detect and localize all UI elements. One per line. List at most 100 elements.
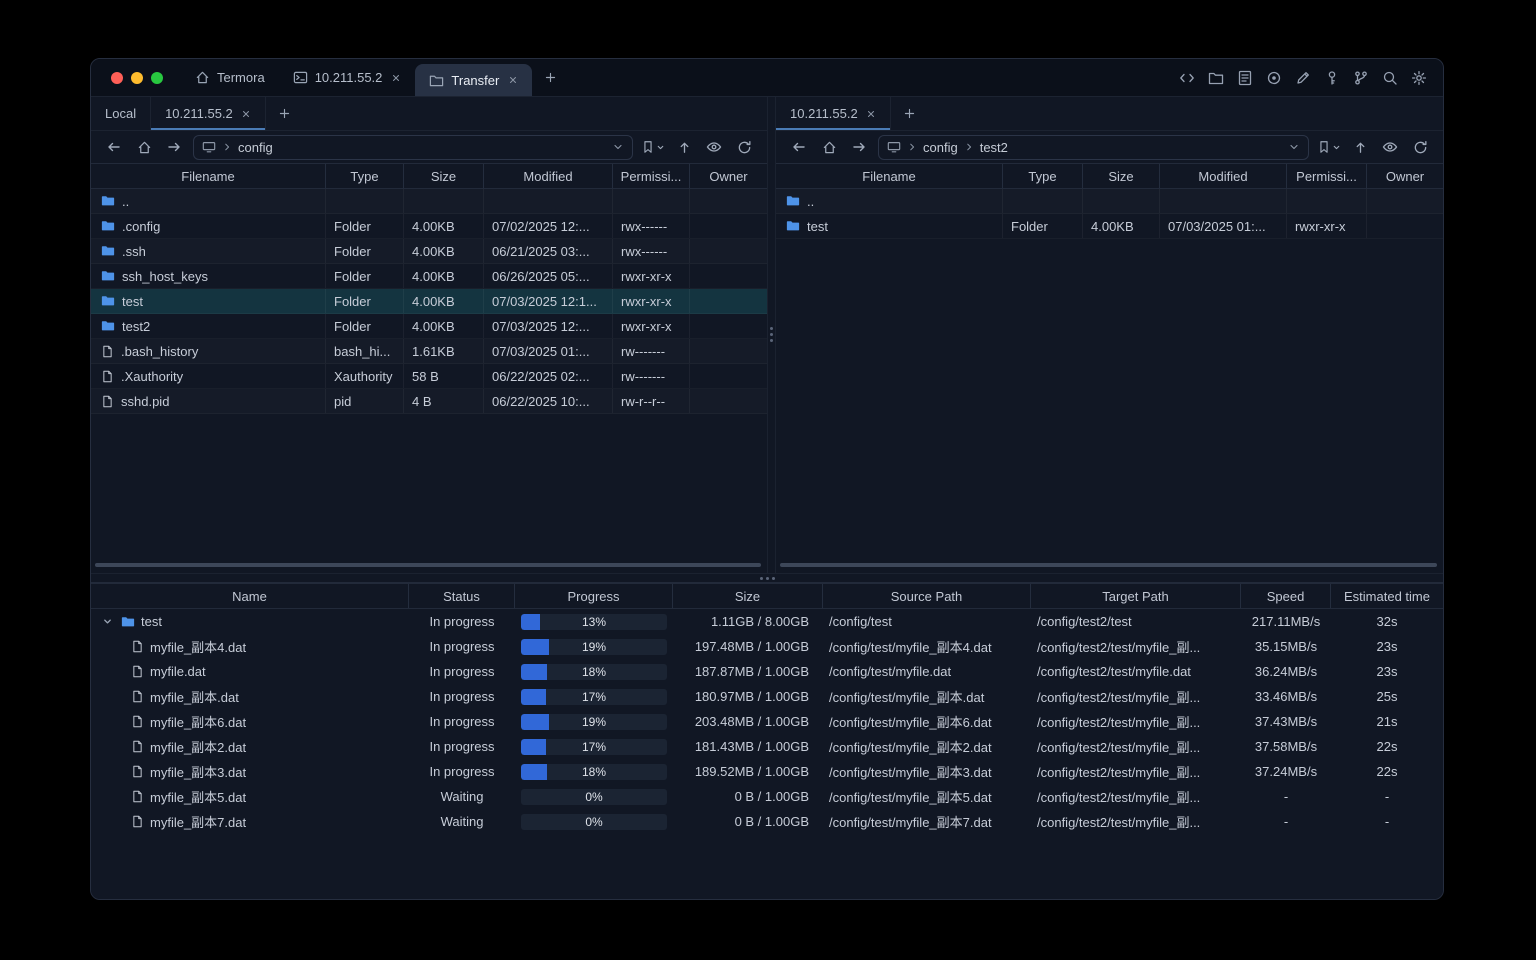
home-button[interactable] xyxy=(133,136,155,158)
horizontal-scrollbar[interactable] xyxy=(780,563,1437,567)
horizontal-scrollbar[interactable] xyxy=(95,563,761,567)
col-size[interactable]: Size xyxy=(404,164,484,188)
record-icon[interactable] xyxy=(1264,68,1284,88)
tab-termora[interactable]: Termora xyxy=(181,59,279,96)
col-target-path[interactable]: Target Path xyxy=(1031,584,1241,608)
breadcrumb-test2[interactable]: test2 xyxy=(980,140,1008,155)
tab-label: 10.211.55.2 xyxy=(165,106,233,121)
col-size[interactable]: Size xyxy=(1083,164,1160,188)
refresh-button[interactable] xyxy=(733,136,755,158)
tab-transfer[interactable]: Transfer xyxy=(415,64,533,96)
upload-button[interactable] xyxy=(1349,136,1371,158)
col-permissions[interactable]: Permissi... xyxy=(1287,164,1367,188)
breadcrumb-config[interactable]: config xyxy=(238,140,273,155)
search-icon[interactable] xyxy=(1380,68,1400,88)
pencil-icon[interactable] xyxy=(1293,68,1313,88)
chevron-down-icon[interactable] xyxy=(99,616,115,627)
file-row[interactable]: test Folder 4.00KB 07/03/2025 01:... rwx… xyxy=(776,214,1443,239)
tab-local[interactable]: Local xyxy=(91,97,152,130)
show-hidden-button[interactable] xyxy=(1379,136,1401,158)
transfer-row[interactable]: myfile_副本5.dat Waiting 0% 0 B / 1.00GB /… xyxy=(91,784,1443,809)
transfer-row[interactable]: myfile_副本4.dat In progress 19% 197.48MB … xyxy=(91,634,1443,659)
col-modified[interactable]: Modified xyxy=(1160,164,1287,188)
transfer-row[interactable]: myfile_副本.dat In progress 17% 180.97MB /… xyxy=(91,684,1443,709)
back-button[interactable] xyxy=(788,136,810,158)
transfer-row[interactable]: test In progress 13% 1.11GB / 8.00GB /co… xyxy=(91,609,1443,634)
tab-remote-10-211-55-2[interactable]: 10.211.55.2 xyxy=(776,97,891,130)
transfer-speed: 35.15MB/s xyxy=(1254,639,1318,654)
col-progress[interactable]: Progress xyxy=(515,584,673,608)
file-size xyxy=(1083,189,1160,213)
col-type[interactable]: Type xyxy=(326,164,404,188)
bookmark-button[interactable] xyxy=(641,140,665,154)
breadcrumb-config[interactable]: config xyxy=(923,140,958,155)
file-size: 4.00KB xyxy=(404,289,484,313)
col-speed[interactable]: Speed xyxy=(1241,584,1331,608)
zoom-button[interactable] xyxy=(151,71,163,84)
path-bar[interactable]: config xyxy=(193,134,633,160)
col-permissions[interactable]: Permissi... xyxy=(613,164,690,188)
file-permissions: rw-r--r-- xyxy=(613,389,690,413)
new-pane-tab-button[interactable] xyxy=(266,97,303,130)
file-row[interactable]: .. xyxy=(776,189,1443,214)
file-modified: 06/26/2025 05:... xyxy=(484,264,613,288)
col-estimated-time[interactable]: Estimated time xyxy=(1331,584,1443,608)
transfer-eta: - xyxy=(1384,789,1390,804)
forward-button[interactable] xyxy=(848,136,870,158)
file-row[interactable]: test2 Folder 4.00KB 07/03/2025 12:... rw… xyxy=(91,314,767,339)
file-row[interactable]: .ssh Folder 4.00KB 06/21/2025 03:... rwx… xyxy=(91,239,767,264)
new-pane-tab-button[interactable] xyxy=(891,97,928,130)
path-bar[interactable]: config test2 xyxy=(878,134,1309,160)
col-status[interactable]: Status xyxy=(409,584,515,608)
file-row[interactable]: .. xyxy=(91,189,767,214)
horizontal-splitter[interactable] xyxy=(91,573,1443,583)
chevron-down-icon[interactable] xyxy=(612,141,624,153)
vertical-splitter[interactable] xyxy=(767,97,776,573)
close-tab-icon[interactable] xyxy=(391,73,401,83)
branch-icon[interactable] xyxy=(1351,68,1371,88)
file-row[interactable]: .Xauthority Xauthority 58 B 06/22/2025 0… xyxy=(91,364,767,389)
col-source-path[interactable]: Source Path xyxy=(823,584,1031,608)
transfer-row[interactable]: myfile_副本7.dat Waiting 0% 0 B / 1.00GB /… xyxy=(91,809,1443,834)
key-icon[interactable] xyxy=(1322,68,1342,88)
bookmark-button[interactable] xyxy=(1317,140,1341,154)
close-tab-icon[interactable] xyxy=(241,109,251,119)
col-size[interactable]: Size xyxy=(673,584,823,608)
new-tab-button[interactable] xyxy=(532,59,569,96)
transfer-row[interactable]: myfile.dat In progress 18% 187.87MB / 1.… xyxy=(91,659,1443,684)
col-owner[interactable]: Owner xyxy=(690,164,767,188)
chevron-down-icon[interactable] xyxy=(1288,141,1300,153)
col-modified[interactable]: Modified xyxy=(484,164,613,188)
file-row[interactable]: test Folder 4.00KB 07/03/2025 12:1... rw… xyxy=(91,289,767,314)
back-button[interactable] xyxy=(103,136,125,158)
forward-button[interactable] xyxy=(163,136,185,158)
show-hidden-button[interactable] xyxy=(703,136,725,158)
upload-button[interactable] xyxy=(673,136,695,158)
close-tab-icon[interactable] xyxy=(508,75,518,85)
home-button[interactable] xyxy=(818,136,840,158)
file-row[interactable]: .config Folder 4.00KB 07/02/2025 12:... … xyxy=(91,214,767,239)
code-icon[interactable] xyxy=(1177,68,1197,88)
file-size: 4.00KB xyxy=(404,214,484,238)
close-button[interactable] xyxy=(111,71,123,84)
file-row[interactable]: .bash_history bash_hi... 1.61KB 07/03/20… xyxy=(91,339,767,364)
refresh-button[interactable] xyxy=(1409,136,1431,158)
col-name[interactable]: Name xyxy=(91,584,409,608)
tab-remote-10-211-55-2[interactable]: 10.211.55.2 xyxy=(151,97,266,130)
settings-icon[interactable] xyxy=(1409,68,1429,88)
close-tab-icon[interactable] xyxy=(866,109,876,119)
transfer-row[interactable]: myfile_副本2.dat In progress 17% 181.43MB … xyxy=(91,734,1443,759)
transfer-source-path: /config/test/myfile_副本3.dat xyxy=(829,765,992,780)
transfer-row[interactable]: myfile_副本6.dat In progress 19% 203.48MB … xyxy=(91,709,1443,734)
col-type[interactable]: Type xyxy=(1003,164,1083,188)
file-row[interactable]: ssh_host_keys Folder 4.00KB 06/26/2025 0… xyxy=(91,264,767,289)
col-owner[interactable]: Owner xyxy=(1367,164,1443,188)
file-row[interactable]: sshd.pid pid 4 B 06/22/2025 10:... rw-r-… xyxy=(91,389,767,414)
folder-icon[interactable] xyxy=(1206,68,1226,88)
col-filename[interactable]: Filename xyxy=(776,164,1003,188)
col-filename[interactable]: Filename xyxy=(91,164,326,188)
minimize-button[interactable] xyxy=(131,71,143,84)
journal-icon[interactable] xyxy=(1235,68,1255,88)
transfer-row[interactable]: myfile_副本3.dat In progress 18% 189.52MB … xyxy=(91,759,1443,784)
tab-10-211-55-2[interactable]: 10.211.55.2 xyxy=(279,59,416,96)
